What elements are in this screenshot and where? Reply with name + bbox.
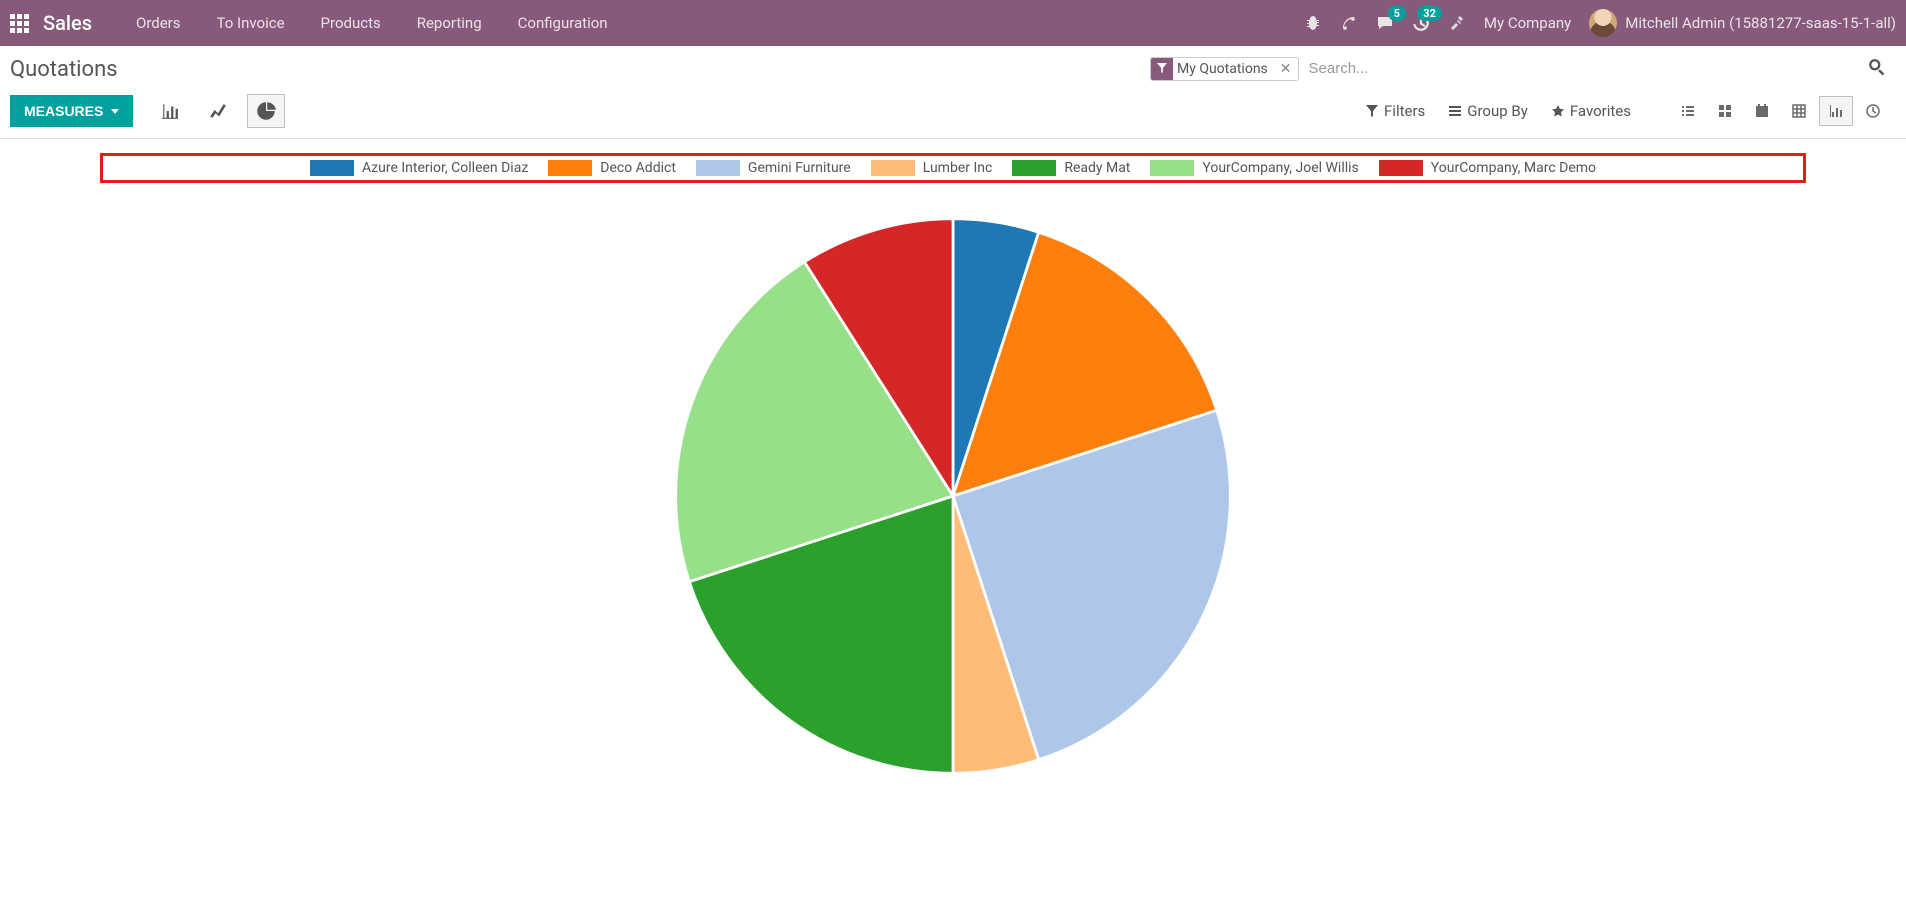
nav-to-invoice[interactable]: To Invoice [199,1,303,45]
activity-badge: 32 [1417,6,1442,21]
legend-swatch [548,160,592,176]
brand-title[interactable]: Sales [43,11,92,35]
view-kanban[interactable] [1708,96,1742,126]
chart-type-pie[interactable] [247,94,285,128]
legend-item[interactable]: Ready Mat [1012,160,1130,176]
legend-swatch [1150,160,1194,176]
filter-chip-remove[interactable]: ✕ [1274,61,1298,77]
nav-reporting[interactable]: Reporting [399,1,500,45]
search-input[interactable] [1305,56,1864,81]
search-options: Filters Group By Favorites [1366,102,1631,120]
company-selector[interactable]: My Company [1484,14,1571,32]
view-pivot[interactable] [1782,96,1816,126]
legend-item[interactable]: YourCompany, Marc Demo [1379,160,1596,176]
chart-type-bar[interactable] [151,94,189,128]
chart-legend: Azure Interior, Colleen Diaz Deco Addict G… [100,153,1806,183]
messages-icon[interactable]: 5 [1376,14,1394,32]
legend-item[interactable]: Azure Interior, Colleen Diaz [310,160,528,176]
user-menu[interactable]: Mitchell Admin (15881277-saas-15-1-all) [1589,9,1896,37]
legend-label: YourCompany, Joel Willis [1202,160,1358,176]
phone-icon[interactable] [1340,14,1358,32]
filter-chip-label: My Quotations [1173,59,1274,79]
legend-label: Azure Interior, Colleen Diaz [362,160,528,176]
nav-orders[interactable]: Orders [118,1,199,45]
navbar-right: 5 32 My Company Mitchell Admin (15881277… [1304,9,1896,37]
legend-label: YourCompany, Marc Demo [1431,160,1596,176]
legend-label: Lumber Inc [923,160,993,176]
legend-label: Ready Mat [1064,160,1130,176]
nav-products[interactable]: Products [303,1,399,45]
filters-button[interactable]: Filters [1366,102,1425,120]
measures-button[interactable]: MEASURES [10,95,133,127]
legend-swatch [696,160,740,176]
caret-down-icon [111,109,119,114]
bug-icon[interactable] [1304,14,1322,32]
legend-swatch [310,160,354,176]
avatar [1589,9,1617,37]
filters-label: Filters [1384,102,1425,120]
legend-label: Deco Addict [600,160,676,176]
toolbar: MEASURES Filters Group By Favorites [0,84,1906,139]
nav-configuration[interactable]: Configuration [500,1,626,45]
apps-icon[interactable] [10,14,29,33]
group-by-label: Group By [1467,102,1528,120]
legend-label: Gemini Furniture [748,160,851,176]
nav-links: Orders To Invoice Products Reporting Con… [118,1,626,45]
chart-area: Azure Interior, Colleen Diaz Deco Addict G… [0,139,1906,815]
favorites-button[interactable]: Favorites [1552,102,1631,120]
chart-type-line[interactable] [199,94,237,128]
navbar: Sales Orders To Invoice Products Reporti… [0,0,1906,46]
group-by-button[interactable]: Group By [1449,102,1528,120]
view-calendar[interactable] [1745,96,1779,126]
activity-icon[interactable]: 32 [1412,14,1430,32]
tools-icon[interactable] [1448,14,1466,32]
view-activity[interactable] [1856,96,1890,126]
user-label: Mitchell Admin (15881277-saas-15-1-all) [1625,14,1896,32]
legend-swatch [1012,160,1056,176]
view-switcher [1671,96,1890,126]
messages-badge: 5 [1388,6,1406,21]
measures-label: MEASURES [24,103,103,119]
legend-item[interactable]: Gemini Furniture [696,160,851,176]
legend-swatch [871,160,915,176]
title-search-row: Quotations My Quotations ✕ [0,46,1906,84]
view-graph[interactable] [1819,96,1853,126]
chart-type-group [151,94,285,128]
filter-chip-my-quotations[interactable]: My Quotations ✕ [1150,57,1299,81]
pie-chart [648,191,1258,801]
legend-item[interactable]: Lumber Inc [871,160,993,176]
legend-swatch [1379,160,1423,176]
searchbox: My Quotations ✕ [1150,54,1890,84]
filter-icon [1151,58,1173,80]
favorites-label: Favorites [1570,102,1631,120]
legend-item[interactable]: Deco Addict [548,160,676,176]
legend-item[interactable]: YourCompany, Joel Willis [1150,160,1358,176]
search-button[interactable] [1864,54,1890,83]
page-title: Quotations [10,57,118,82]
view-list[interactable] [1671,96,1705,126]
